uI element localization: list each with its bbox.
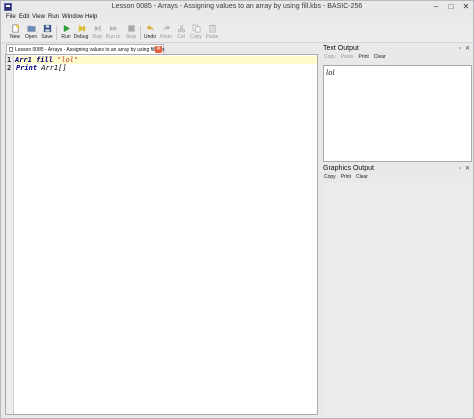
undo-icon [146,24,153,31]
code-expression: Arr1[] [37,64,67,72]
stop-label: Stop [125,34,137,40]
window-title: Lesson 0085 - Arrays - Assigning values … [111,3,363,10]
run-label: Run [61,34,71,40]
run-to-button[interactable]: Run to [105,24,121,43]
text-print-button[interactable]: Print [358,54,368,60]
redo-icon [163,24,170,31]
graphics-output-toolbar: Copy Print Clear [324,174,373,182]
graphics-copy-button[interactable]: Copy [324,174,336,180]
pane-controls: ▫ ✕ [455,165,470,172]
menu-view[interactable]: View [32,14,45,20]
menu-run[interactable]: Run [48,14,59,20]
close-icon[interactable]: ✕ [465,46,470,52]
app-window: Lesson 0085 - Arrays - Assigning values … [0,0,474,419]
new-button[interactable]: New [7,24,23,43]
menu-bar: File Edit View Run Window Help [1,13,473,23]
toolbar-separator [56,26,57,40]
minimize-button[interactable]: – [429,2,443,12]
cut-label: Cut [177,34,185,40]
code-line-2[interactable]: Print Arr1[] [16,64,67,72]
text-output-title: Text Output [323,45,359,52]
code-keyword: fill [31,56,58,64]
step-label: Step [91,34,103,40]
code-editor[interactable]: 1 2 Arr1 fill "lol" Print Arr1[] [5,54,318,415]
save-button[interactable]: Save [39,24,55,43]
save-label: Save [41,34,53,40]
paste-clipboard-icon [208,24,216,33]
float-icon[interactable]: ▫ [459,46,461,52]
code-keyword: Print [16,64,38,72]
undo-button[interactable]: Undo [142,24,158,43]
copy-label: Copy [190,34,202,40]
run-play-icon [63,24,70,33]
float-icon[interactable]: ▫ [459,166,461,172]
close-icon[interactable]: ✕ [465,166,470,172]
close-button[interactable]: ✕ [459,2,473,12]
undo-label: Undo [144,34,156,40]
open-label: Open [24,34,38,40]
toolbar-separator [140,26,141,40]
run-to-label: Run to [105,34,121,40]
new-file-icon [11,24,19,33]
text-clear-button[interactable]: Clear [374,54,386,60]
debug-button[interactable]: Debug [73,24,89,43]
copy-icon [192,24,200,33]
code-line-1[interactable]: Arr1 fill "lol" [15,56,317,64]
new-label: New [9,34,20,40]
paste-label: Paste [205,34,219,40]
menu-help[interactable]: Help [85,14,97,20]
run-button[interactable]: Run [58,24,74,43]
save-disk-icon [43,24,51,33]
line-number-gutter [6,55,14,414]
graphics-print-button[interactable]: Print [341,174,351,180]
output-text: lol [326,69,335,77]
paste-button[interactable]: Paste [204,24,220,43]
stop-icon [127,25,135,32]
tab-close-icon[interactable]: ✕ [155,46,162,53]
stop-button[interactable]: Stop [123,24,139,43]
text-copy-button[interactable]: Copy [324,54,336,60]
cut-scissors-icon [177,24,185,33]
run-to-icon [109,25,117,32]
open-folder-icon [27,25,35,32]
redo-label: Redo [160,34,172,40]
graphics-clear-button[interactable]: Clear [356,174,368,180]
file-icon [9,47,13,52]
menu-edit[interactable]: Edit [19,14,29,20]
tab-lesson-file[interactable]: Lesson 0085 - Arrays - Assigning values … [6,44,165,54]
menu-window[interactable]: Window [62,14,83,20]
open-button[interactable]: Open [23,24,39,43]
text-paste-button[interactable]: Paste [341,54,354,60]
text-output-toolbar: Copy Paste Print Clear [324,54,391,62]
debug-label: Debug [73,34,89,40]
redo-button[interactable]: Redo [158,24,174,43]
text-output-pane: Text Output ▫ ✕ Copy Paste Print Clear lol [321,43,473,163]
graphics-canvas[interactable] [323,183,472,415]
menu-file[interactable]: File [6,14,16,20]
pane-controls: ▫ ✕ [455,45,470,52]
debug-icon [78,24,85,33]
cut-button[interactable]: Cut [173,24,189,43]
text-output-area[interactable]: lol [323,65,472,162]
editor-pane: Lesson 0085 - Arrays - Assigning values … [1,43,320,417]
main-toolbar: New Open Save Run Debug Step Run to Stop… [1,23,473,43]
graphics-output-pane: Graphics Output ▫ ✕ Copy Print Clear [321,163,473,417]
step-button[interactable]: Step [89,24,105,43]
maximize-button[interactable]: □ [444,2,458,12]
line-number: 2 [7,64,12,72]
code-string: "lol" [57,56,79,64]
copy-button[interactable]: Copy [188,24,204,43]
code-variable: Arr1 [15,56,32,64]
graphics-output-title: Graphics Output [323,165,374,172]
title-bar: Lesson 0085 - Arrays - Assigning values … [1,1,473,13]
line-number: 1 [7,56,12,64]
step-icon [94,25,101,32]
tab-label: Lesson 0085 - Arrays - Assigning values … [15,47,165,53]
